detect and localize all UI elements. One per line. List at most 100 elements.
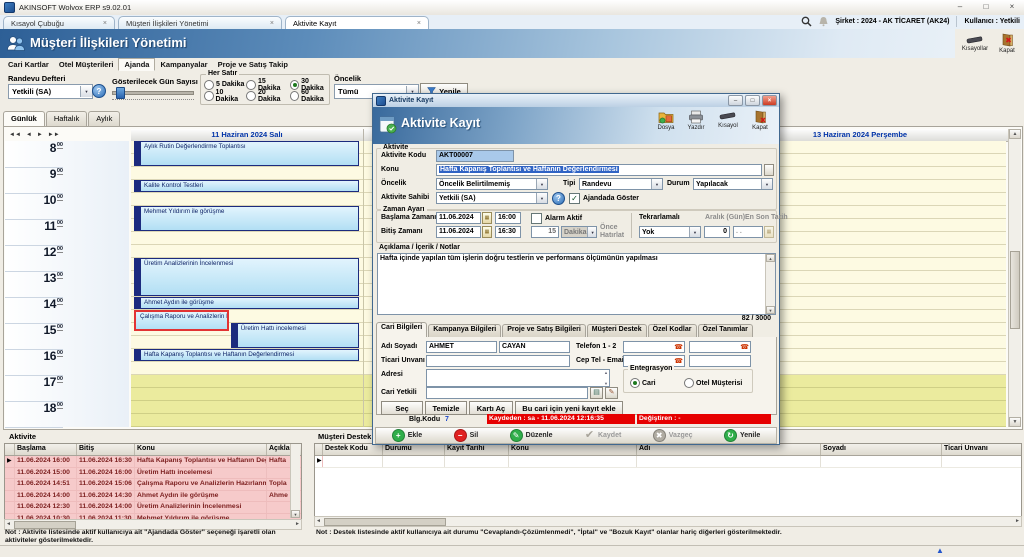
calendar-event[interactable]: Üretim Analizlerinin İncelenmesi [134,258,359,296]
scroll-up-icon[interactable]: ▲ [766,254,775,262]
tab-close-icon[interactable]: × [417,20,421,27]
menu-tab-otel-m-terileri[interactable]: Otel Müşterileri [54,58,119,71]
calendar-event[interactable]: Aylık Rutin Değerlendirme Toplantısı [134,141,359,166]
phone-icon[interactable]: ☎ [740,343,749,351]
tab-close-icon[interactable]: × [103,20,107,27]
prev-icon[interactable]: ◄ [26,132,32,138]
calendar-event[interactable]: Ahmet Aydın ile görüşme [134,297,359,309]
cari-radio[interactable]: Cari [630,378,656,388]
document-tab-0[interactable]: Kısayol Çubuğu× [3,16,115,29]
phone-icon[interactable]: ☎ [674,343,683,351]
ticari-unvan-input[interactable] [426,355,570,367]
column-header[interactable]: Kayıt Tarihi [445,444,509,455]
calendar-vertical-scrollbar[interactable]: ▲ ▼ [1008,129,1021,427]
next-fast-icon[interactable]: ►► [48,132,60,138]
dialog-tab--zel-tan-mlar[interactable]: Özel Tanımlar [698,324,753,337]
baslama-date-input[interactable]: 11.06.2024 [436,212,481,224]
adi-input[interactable]: AHMET [426,341,497,353]
calendar-picker-icon[interactable]: ▦ [482,212,492,224]
karti-ac-button[interactable]: Kartı Aç [469,401,513,415]
picture-button[interactable]: ▤ [590,387,603,399]
durum-select[interactable]: Yapılacak▼ [693,178,773,190]
slider-thumb[interactable] [116,87,125,99]
menu-tab-ajanda[interactable]: Ajanda [118,58,155,71]
column-header[interactable]: Başlama [15,444,77,455]
dialog-tab-kampanya-bilgileri[interactable]: Kampanya Bilgileri [428,324,501,337]
column-header[interactable]: Konu [135,444,267,455]
aciklama-textarea[interactable]: Hafta içinde yapılan tüm işlerin doğru t… [377,253,776,315]
cari-yetkili-input[interactable] [426,387,588,399]
kisayol-button[interactable]: Kısayol [713,110,743,129]
konu-input[interactable]: Hafta Kapanış Toplantısı ve Haftanın Değ… [436,164,762,176]
telefon1-input[interactable]: ☎ [623,341,685,353]
column-header[interactable]: Destek Kodu [323,444,383,455]
calendar-picker-icon[interactable]: ▦ [764,226,774,238]
dialog-minimize-button[interactable]: – [728,95,743,106]
bell-icon[interactable] [819,16,828,27]
column-header[interactable] [5,444,15,455]
kapat-button[interactable]: Kapat [745,110,775,131]
calendar-event[interactable]: Hafta Kapanış Toplantısı ve Haftanın Değ… [134,349,359,361]
document-tab-1[interactable]: Müşteri İlişkileri Yönetimi× [118,16,282,29]
edit-button[interactable]: ✎Düzenle [510,429,553,442]
help-icon[interactable]: ? [92,84,106,98]
radio-60-dakika[interactable]: 60 Dakika [290,90,330,101]
window-maximize-button[interactable]: □ [978,1,994,12]
oncelik-select[interactable]: Öncelik Belirtilmemiş▼ [436,178,548,190]
dialog-maximize-button[interactable]: □ [745,95,760,106]
baslama-time-input[interactable]: 16:00 [495,212,521,224]
radio-20-dakika[interactable]: 20 Dakika [246,90,290,101]
bitis-time-input[interactable]: 16:30 [495,226,521,238]
next-icon[interactable]: ► [37,132,43,138]
dialog-tab-proje-ve-sat-bilgileri[interactable]: Proje ve Satış Bilgileri [502,324,586,337]
help-icon[interactable]: ? [552,192,565,205]
spinner-down-icon[interactable]: ▼ [604,381,608,386]
shortcuts-button[interactable]: Kısayollar [961,29,989,58]
edit-wand-button[interactable]: ✎ [605,387,618,399]
dialog-tab--zel-kodlar[interactable]: Özel Kodlar [648,324,697,337]
spinner-up-icon[interactable]: ▲ [604,370,608,375]
yazdir-button[interactable]: Yazdır [681,110,711,131]
dialog-close-button[interactable]: × [762,95,777,106]
column-header[interactable]: Bitiş [77,444,135,455]
sahibi-select[interactable]: Yetkili (SA)▼ [436,192,548,204]
column-header[interactable]: Ticari Unvanı [942,444,1022,455]
support-table[interactable]: Destek KoduDurumuKayıt TarihiKonuAdıSoya… [314,443,1022,518]
table-row[interactable]: 11.06.2024 15:0011.06.2024 16:00Üretim H… [5,468,301,480]
window-close-button[interactable]: × [1004,1,1020,12]
close-module-button[interactable]: Kapat [993,29,1021,58]
adres-textarea[interactable]: ▲ ▼ [426,369,610,387]
activity-table[interactable]: BaşlamaBitişKonuAçıkla▶11.06.2024 16:001… [4,443,302,521]
alarm-aktif-checkbox[interactable]: Alarm Aktif [531,213,582,224]
scroll-down-icon[interactable]: ▼ [291,510,300,518]
dialog-tab-m-teri-destek[interactable]: Müşteri Destek [587,324,647,337]
search-icon[interactable] [801,16,812,27]
randevu-defteri-select[interactable]: Yetkili (SA)▼ [8,84,93,99]
table-row[interactable]: 11.06.2024 14:5111.06.2024 15:06Çalışma … [5,479,301,491]
sec-button[interactable]: Seç [381,401,423,415]
calendar-picker-icon[interactable]: ▦ [482,226,492,238]
view-tab-aylık[interactable]: Aylık [88,111,120,126]
table-row[interactable]: 11.06.2024 12:3011.06.2024 14:00Üretim A… [5,502,301,514]
column-header[interactable]: Durumu [383,444,445,455]
konu-expand-button[interactable] [764,164,774,176]
scroll-down-icon[interactable]: ▼ [766,306,775,314]
prev-fast-icon[interactable]: ◄◄ [9,132,21,138]
del-button[interactable]: −Sil [454,429,479,442]
column-header[interactable]: Konu [509,444,637,455]
alarm-unit-select[interactable]: Dakika▼ [561,226,597,238]
refresh-button[interactable]: ↻Yenile [724,429,760,442]
scroll-up-icon[interactable]: ▲ [1009,129,1021,139]
panel-collapse-icon[interactable]: ▲ [936,546,944,555]
tekrar-select[interactable]: Yok▼ [639,226,701,238]
telefon2-input[interactable]: ☎ [689,341,751,353]
calendar-event[interactable]: Mehmet Yıldırım ile görüşme [134,206,359,231]
email-input[interactable] [689,355,751,367]
scrollbar-thumb[interactable] [1010,251,1020,329]
document-tab-2[interactable]: Aktivite Kayıt× [285,16,429,30]
table-row[interactable]: 11.06.2024 14:0011.06.2024 14:30Ahmet Ay… [5,491,301,503]
soyadi-input[interactable]: CAYAN [499,341,570,353]
column-header[interactable]: Soyadı [821,444,942,455]
yeni-kayit-button[interactable]: Bu cari için yeni kayıt ekle [515,401,623,415]
tab-close-icon[interactable]: × [270,20,274,27]
